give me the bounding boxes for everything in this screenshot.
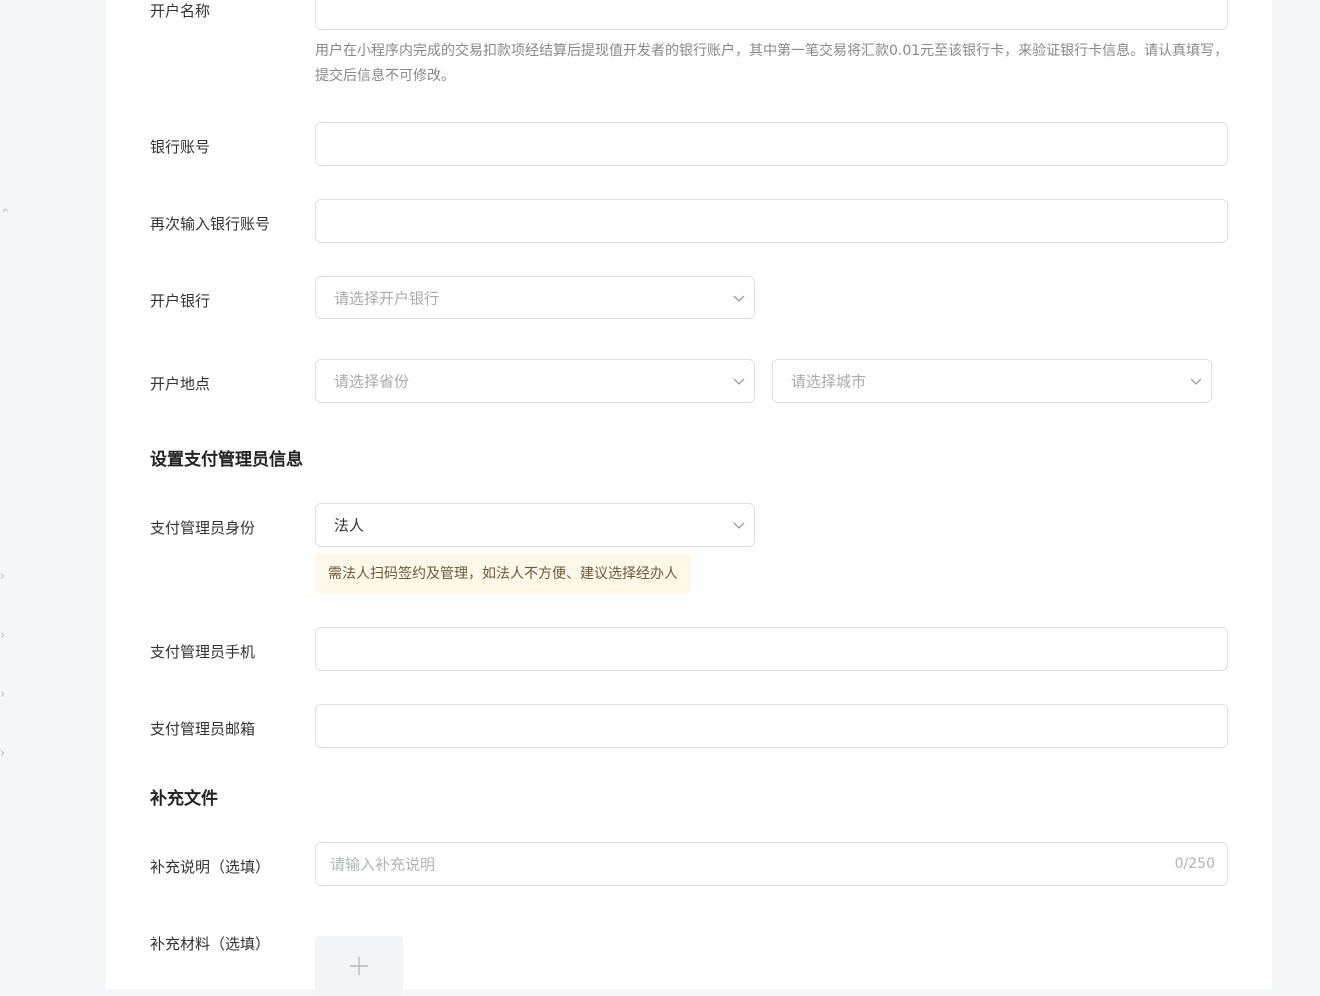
bank-account-input[interactable] bbox=[315, 122, 1228, 166]
account-name-hint: 用户在小程序内完成的交易扣款项经结算后提现值开发者的银行账户，其中第一笔交易将汇… bbox=[315, 43, 1229, 84]
chevron-right-icon[interactable]: › bbox=[0, 570, 5, 583]
form-panel: 开户名称 用户在小程序内完成的交易扣款项经结算后提现值开发者的银行账户，其中第一… bbox=[106, 0, 1272, 996]
bank-account-confirm-label: 再次输入银行账号 bbox=[150, 215, 271, 233]
supplement-note-placeholder: 请输入补充说明 bbox=[330, 855, 436, 874]
bank-account-confirm-input[interactable] bbox=[315, 199, 1228, 243]
bank-account-label: 银行账号 bbox=[150, 138, 211, 156]
account-name-input[interactable] bbox=[315, 0, 1228, 30]
location-label: 开户地点 bbox=[150, 375, 211, 393]
province-select[interactable]: 请选择省份 bbox=[315, 359, 755, 403]
admin-email-label: 支付管理员邮箱 bbox=[150, 720, 256, 738]
bank-select-placeholder: 请选择开户银行 bbox=[334, 289, 440, 307]
chevron-right-icon[interactable]: › bbox=[0, 629, 5, 642]
chevron-down-icon bbox=[733, 378, 745, 385]
admin-identity-select[interactable]: 法人 bbox=[315, 503, 755, 547]
supplement-note-counter: 0/250 bbox=[1174, 856, 1215, 872]
supplement-note-input[interactable]: 请输入补充说明 0/250 bbox=[315, 842, 1228, 886]
chevron-up-icon[interactable]: ⌃ bbox=[0, 208, 11, 221]
admin-identity-label: 支付管理员身份 bbox=[150, 519, 256, 537]
chevron-right-icon[interactable]: › bbox=[0, 688, 5, 701]
admin-phone-input[interactable] bbox=[315, 627, 1228, 671]
upload-button[interactable] bbox=[315, 936, 403, 996]
chevron-right-icon[interactable]: › bbox=[0, 747, 5, 760]
chevron-down-icon bbox=[1190, 378, 1202, 385]
province-select-placeholder: 请选择省份 bbox=[334, 372, 410, 391]
supplement-materials-label: 补充材料（选填） bbox=[150, 935, 271, 953]
plus-icon bbox=[350, 957, 368, 975]
admin-phone-label: 支付管理员手机 bbox=[150, 643, 256, 661]
admin-section-title: 设置支付管理员信息 bbox=[150, 450, 303, 470]
sidebar-edge: ⌃ › › › › bbox=[0, 0, 106, 989]
city-select[interactable]: 请选择城市 bbox=[772, 359, 1212, 403]
admin-identity-warning: 需法人扫码签约及管理，如法人不方便、建议选择经办人 bbox=[315, 554, 691, 594]
chevron-down-icon bbox=[733, 522, 745, 529]
account-name-label: 开户名称 bbox=[150, 2, 211, 20]
supplement-section-title: 补充文件 bbox=[150, 789, 218, 809]
admin-email-input[interactable] bbox=[315, 704, 1228, 748]
admin-identity-value: 法人 bbox=[334, 516, 365, 535]
bank-select[interactable]: 请选择开户银行 bbox=[315, 276, 755, 319]
city-select-placeholder: 请选择城市 bbox=[791, 372, 867, 391]
supplement-note-label: 补充说明（选填） bbox=[150, 858, 271, 876]
chevron-down-icon bbox=[733, 295, 745, 302]
bank-label: 开户银行 bbox=[150, 292, 211, 310]
